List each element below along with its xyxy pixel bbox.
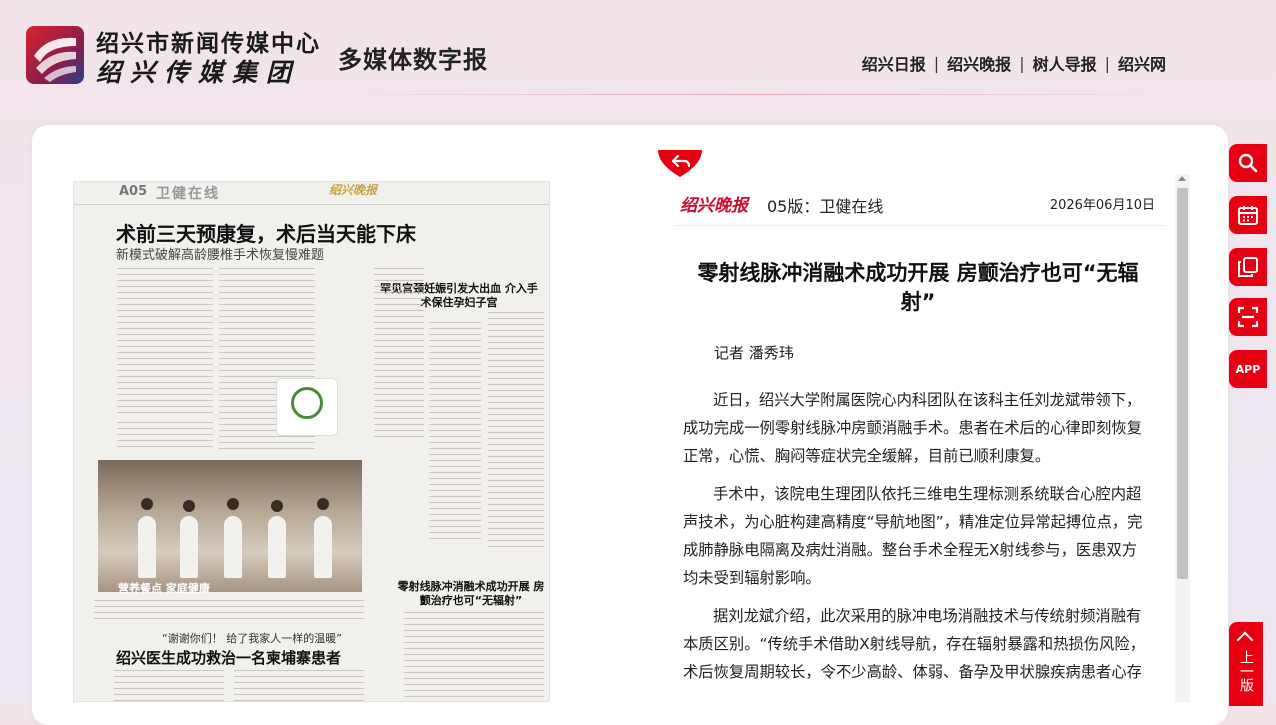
np-text-column	[374, 268, 424, 438]
article-meta: 绍兴晚报 05版：卫健在线 2026年06月10日	[680, 191, 1155, 216]
article-author: 记者 潘秀玮	[714, 344, 794, 362]
np-text-column	[117, 268, 213, 418]
calendar-icon	[1238, 206, 1258, 225]
header-divider	[330, 94, 1180, 95]
np-text-column	[234, 670, 364, 701]
article-masthead: 绍兴晚报	[680, 196, 748, 216]
np-bottom-quote: “谢谢你们！ 给了我家人一样的温暖”	[162, 632, 342, 645]
app-button[interactable]: APP	[1229, 350, 1267, 388]
logo-icon[interactable]	[26, 26, 84, 84]
previous-edition-label: 上一版	[1238, 650, 1254, 692]
article-pane: 绍兴晚报 05版：卫健在线 2026年06月10日 零射线脉冲消融术成功开展 房…	[675, 181, 1175, 702]
article-divider	[675, 225, 1165, 226]
article-title: 零射线脉冲消融术成功开展 房颤治疗也可“无辐射”	[697, 261, 1139, 314]
np-text-column	[94, 600, 364, 622]
back-arrow-icon	[658, 150, 702, 177]
np-bottom-headline[interactable]: 绍兴医生成功救治一名柬埔寨患者	[116, 647, 341, 668]
article-edition: 05版：卫健在线	[767, 197, 884, 216]
np-article-headline-link[interactable]: 零射线脉冲消融术成功开展 房颤治疗也可“无辐射”	[396, 580, 546, 608]
np-photo[interactable]	[98, 460, 362, 592]
copy-button[interactable]	[1229, 248, 1267, 286]
site-title: 多媒体数字报	[338, 45, 488, 74]
nav-separator: |	[1104, 53, 1110, 73]
copy-icon	[1238, 257, 1258, 277]
nav-link-shaoxing-net[interactable]: 绍兴网	[1118, 51, 1166, 75]
np-text-column	[114, 670, 224, 701]
article-paragraph: 手术中，该院电生理团队依托三维电生理标测系统联合心腔内超声技术，为心脏构建高精度…	[683, 485, 1143, 587]
np-photo-caption: 营养餐点 家庭健康	[118, 582, 210, 595]
scroll-thumb[interactable]	[1177, 188, 1188, 579]
scroll-up-arrow-icon[interactable]	[1178, 176, 1186, 181]
search-icon	[1238, 153, 1258, 173]
nav-link-shaoxing-evening[interactable]: 绍兴晚报	[947, 51, 1011, 75]
calendar-button[interactable]	[1229, 196, 1267, 234]
newspaper-page[interactable]: A05 卫健在线 绍兴晚报 术前三天预康复，术后当天能下床 新模式破解高龄腰椎手…	[73, 181, 550, 702]
search-button[interactable]	[1229, 144, 1267, 182]
scan-button[interactable]	[1229, 298, 1267, 336]
article-date: 2026年06月10日	[1049, 198, 1155, 213]
nav-separator: |	[933, 53, 940, 73]
np-section-number: A05	[119, 184, 148, 199]
np-text-column	[429, 322, 481, 542]
nav-link-shuren[interactable]: 树人导报	[1033, 51, 1097, 75]
np-subheadline: 新模式破解高龄腰椎手术恢复慢难题	[116, 248, 325, 263]
np-headline[interactable]: 术前三天预康复，术后当天能下床	[116, 218, 416, 247]
np-text-column	[404, 612, 544, 701]
np-text-column	[488, 312, 544, 552]
np-badge-image	[276, 378, 338, 436]
chevron-up-icon	[1236, 631, 1254, 649]
scan-icon	[1237, 306, 1259, 328]
back-button[interactable]	[656, 150, 704, 178]
np-text-column	[117, 422, 213, 452]
article-paragraph: 近日，绍兴大学附属医院心内科团队在该科主任刘龙斌带领下，成功完成一例零射线脉冲房…	[683, 391, 1142, 465]
nav-separator: |	[1019, 53, 1025, 73]
top-nav: 绍兴日报 | 绍兴晚报 | 树人导报 | 绍兴网	[862, 51, 1166, 75]
logo-text-line2: 绍兴传媒集团	[96, 58, 301, 87]
nav-link-shaoxing-daily[interactable]: 绍兴日报	[862, 51, 926, 75]
article-body: 近日，绍兴大学附属医院心内科团队在该科主任刘龙斌带领下，成功完成一例零射线脉冲房…	[683, 386, 1147, 696]
np-header: A05 卫健在线 绍兴晚报	[74, 182, 549, 205]
previous-edition-button[interactable]: 上一版	[1229, 622, 1263, 706]
app-label: APP	[1235, 362, 1261, 376]
np-section-name: 卫健在线	[156, 186, 220, 202]
np-masthead: 绍兴晚报	[329, 183, 378, 197]
article-paragraph: 据刘龙斌介绍，此次采用的脉冲电场消融技术与传统射频消融有本质区别。“传统手术借助…	[683, 607, 1146, 681]
article-scrollbar[interactable]	[1175, 174, 1190, 702]
